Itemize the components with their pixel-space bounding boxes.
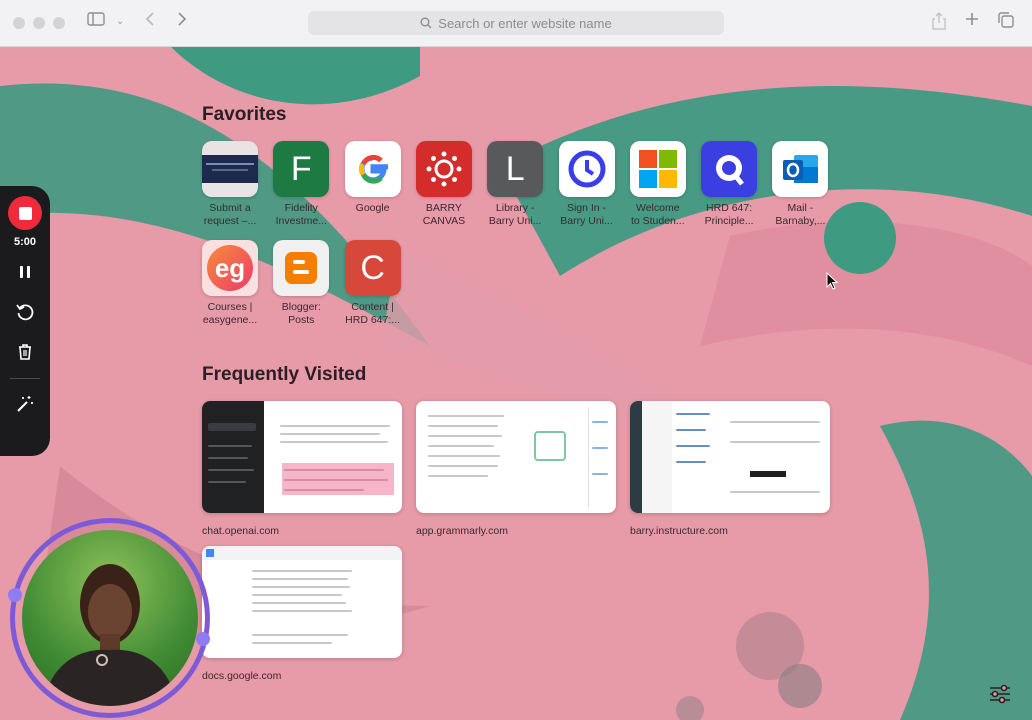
favorite-item[interactable]: Blogger: Posts [270, 240, 332, 326]
share-icon[interactable] [932, 12, 946, 36]
magic-effects-icon[interactable] [15, 394, 35, 414]
chevron-down-icon[interactable]: ⌄ [116, 12, 124, 32]
favorite-item[interactable]: Welcome to Studen... [627, 141, 689, 227]
canvas-logo-icon [415, 141, 472, 197]
recording-timer: 5:00 [13, 236, 37, 248]
frequent-label: barry.instructure.com [630, 525, 728, 537]
search-icon [420, 17, 432, 29]
submit-request-thumbnail-icon [202, 141, 258, 197]
favorite-item[interactable]: Google [342, 141, 404, 215]
screen-recorder-panel: 5:00 [0, 186, 50, 456]
favorite-label: Blogger: Posts [281, 301, 321, 326]
favorite-label: Mail - Barnaby,... [775, 202, 826, 227]
favorite-label: Library - Barry Uni... [488, 202, 542, 227]
pause-icon[interactable] [15, 262, 35, 282]
frequent-label: docs.google.com [202, 670, 282, 682]
content-letter-icon: C [344, 240, 401, 296]
google-logo-icon [344, 141, 401, 197]
favorite-item[interactable]: Sign In - Barry Uni... [556, 141, 618, 227]
favorite-item[interactable]: F Fidelity Investme... [270, 141, 332, 227]
restart-icon[interactable] [15, 302, 35, 322]
favorite-label: Content | HRD 647:... [345, 301, 401, 326]
blogger-logo-icon [273, 240, 330, 296]
favorite-item[interactable]: L Library - Barry Uni... [484, 141, 546, 227]
library-letter-icon: L [487, 141, 544, 197]
recorder-divider [10, 378, 40, 379]
frequent-thumb-instructure[interactable] [630, 401, 830, 513]
address-bar[interactable]: Search or enter website name [308, 11, 724, 35]
webcam-resize-handle[interactable] [8, 588, 22, 602]
favorite-label: Submit a request –... [203, 202, 257, 227]
q-logo-icon [701, 141, 758, 197]
close-window-button[interactable] [13, 17, 25, 29]
outlook-logo-icon [772, 141, 829, 197]
favorite-label: Google [355, 202, 390, 214]
favorite-label: Welcome to Studen... [630, 202, 685, 227]
favorite-label: Sign In - Barry Uni... [560, 202, 613, 227]
webcam-person-image [42, 564, 178, 706]
back-button[interactable] [145, 12, 155, 32]
mouse-cursor-icon [826, 272, 838, 290]
address-placeholder: Search or enter website name [438, 15, 612, 31]
tab-overview-button[interactable] [998, 12, 1014, 34]
favorite-label: Fidelity Investme... [275, 202, 327, 227]
favorite-label: BARRY CANVAS [422, 202, 466, 227]
frequent-thumb-google-docs[interactable] [202, 546, 402, 658]
webcam-resize-handle[interactable] [196, 632, 210, 646]
okta-logo-icon [558, 141, 615, 197]
sidebar-icon[interactable] [87, 12, 105, 32]
favorite-label: HRD 647: Principle... [704, 202, 754, 227]
favorite-item[interactable]: C Content | HRD 647:... [342, 240, 404, 326]
trash-icon[interactable] [15, 342, 35, 362]
fidelity-letter-icon: F [273, 141, 330, 197]
customize-settings-icon[interactable] [988, 682, 1012, 706]
favorite-label: Courses | easygene... [202, 301, 258, 326]
frequent-label: app.grammarly.com [416, 525, 508, 537]
frequent-label: chat.openai.com [202, 525, 280, 537]
browser-toolbar: ⌄ Search or enter website name [0, 0, 1032, 47]
favorites-heading: Favorites [202, 104, 287, 125]
webcam-feed[interactable] [22, 530, 198, 706]
favorite-item[interactable]: BARRY CANVAS [413, 141, 475, 227]
stop-recording-button[interactable] [8, 196, 42, 230]
favorite-item[interactable]: HRD 647: Principle... [698, 141, 760, 227]
minimize-window-button[interactable] [33, 17, 45, 29]
frequently-visited-heading: Frequently Visited [202, 364, 367, 385]
favorite-item[interactable]: Submit a request –... [199, 141, 261, 227]
easygenerator-logo-icon: eg [202, 240, 258, 296]
favorite-item[interactable]: Mail - Barnaby,... [769, 141, 831, 227]
new-tab-button[interactable] [965, 12, 979, 32]
forward-button[interactable] [177, 12, 187, 32]
favorite-item[interactable]: eg Courses | easygene... [199, 240, 261, 326]
zoom-window-button[interactable] [53, 17, 65, 29]
microsoft-logo-icon [629, 141, 686, 197]
frequent-thumb-chatgpt[interactable] [202, 401, 402, 513]
frequent-thumb-grammarly[interactable] [416, 401, 616, 513]
